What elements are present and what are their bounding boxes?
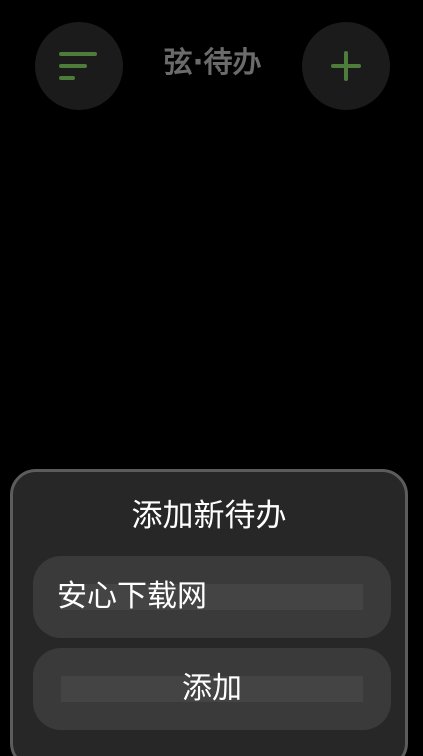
add-todo-sheet: 添加新待办 安心下载网 添加 bbox=[10, 469, 408, 756]
menu-button[interactable] bbox=[35, 22, 123, 110]
filter-menu-icon bbox=[59, 50, 99, 82]
app-title: 弦·待办 bbox=[163, 45, 262, 79]
sheet-title: 添加新待办 bbox=[131, 498, 287, 534]
plus-icon bbox=[331, 51, 361, 81]
add-submit-button[interactable]: 添加 bbox=[33, 648, 391, 730]
add-submit-label: 添加 bbox=[182, 671, 242, 706]
todo-input-value[interactable]: 安心下载网 bbox=[57, 556, 207, 638]
todo-input-field[interactable]: 安心下载网 bbox=[33, 556, 391, 638]
app-screen: 弦·待办 添加新待办 安心下载网 添加 bbox=[0, 0, 423, 756]
add-todo-button[interactable] bbox=[302, 22, 390, 110]
